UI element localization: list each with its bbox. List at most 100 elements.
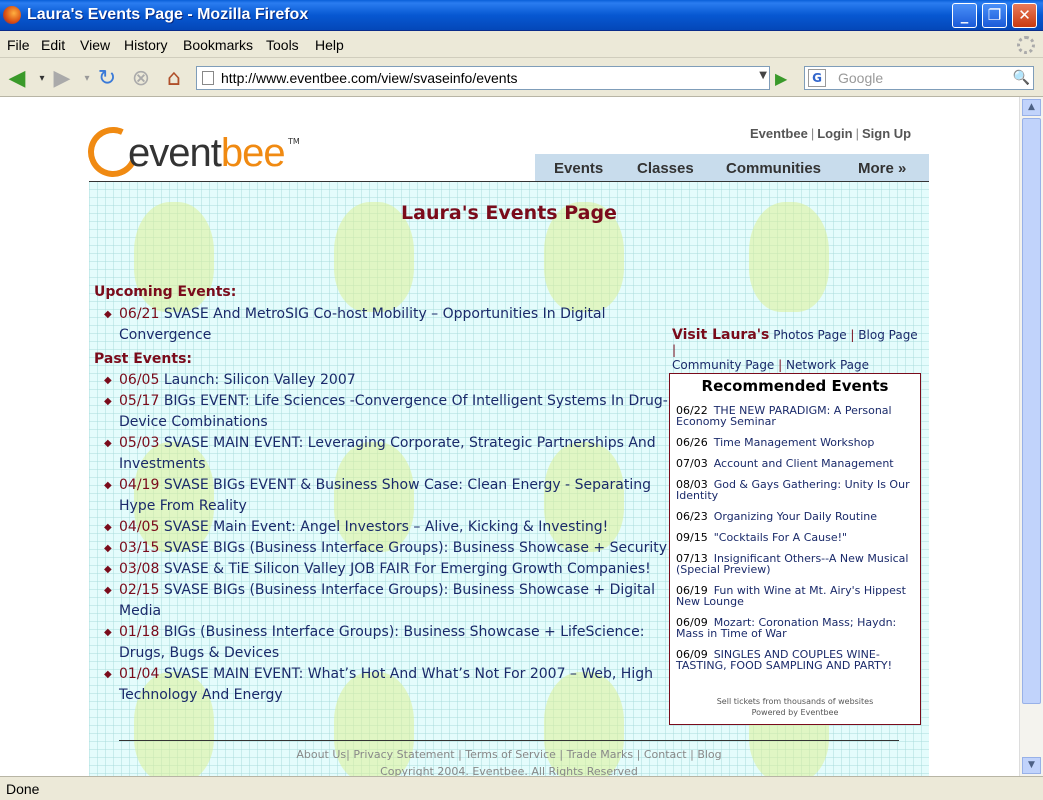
vertical-scrollbar[interactable]: ▲ ▼ [1019, 97, 1043, 776]
menu-tools[interactable]: Tools [266, 37, 299, 53]
event-title[interactable]: SVASE BIGs (Business Interface Groups): … [164, 540, 667, 556]
bullet-icon: ◆ [104, 669, 112, 680]
minimize-button[interactable]: _ [952, 3, 977, 28]
event-list-item[interactable]: ◆ 06/05 Launch: Silicon Valley 2007 [94, 370, 669, 391]
menu-help[interactable]: Help [315, 37, 344, 53]
recommended-event-item[interactable]: 08/03 God & Gays Gathering: Unity Is Our … [676, 479, 914, 501]
menu-edit[interactable]: Edit [41, 37, 65, 53]
recommended-event-title[interactable]: THE NEW PARADIGM: A Personal Economy Sem… [676, 404, 892, 428]
event-date[interactable]: 04/19 [119, 477, 159, 493]
recommended-event-title[interactable]: Account and Client Management [714, 457, 894, 470]
search-icon[interactable]: 🔍 [1013, 70, 1030, 86]
photos-page-link[interactable]: Photos Page [773, 328, 846, 342]
eventbee-link[interactable]: Eventbee [750, 126, 808, 141]
recommended-event-title[interactable]: God & Gays Gathering: Unity Is Our Ident… [676, 478, 910, 502]
event-list-item[interactable]: ◆ 05/03 SVASE MAIN EVENT: Leveraging Corp… [94, 433, 669, 475]
event-title[interactable]: SVASE MAIN EVENT: What’s Hot And What’s … [119, 666, 653, 703]
recommended-event-item[interactable]: 06/26 Time Management Workshop [676, 437, 914, 448]
maximize-button[interactable]: ❐ [982, 3, 1007, 28]
recommended-event-item[interactable]: 09/15 "Cocktails For A Cause!" [676, 532, 914, 543]
signup-link[interactable]: Sign Up [862, 126, 911, 141]
recommended-event-title[interactable]: Mozart: Coronation Mass; Haydn: Mass in … [676, 616, 896, 640]
tab-events[interactable]: Events [554, 160, 603, 177]
recommended-event-item[interactable]: 06/19 Fun with Wine at Mt. Airy's Hippest… [676, 585, 914, 607]
event-list-item[interactable]: ◆ 01/04 SVASE MAIN EVENT: What’s Hot And … [94, 664, 669, 706]
blog-page-link[interactable]: Blog Page [858, 328, 917, 342]
community-page-link[interactable]: Community Page [672, 358, 774, 372]
event-title[interactable]: SVASE BIGs EVENT & Business Show Case: C… [119, 477, 651, 514]
footer-link-privacy[interactable]: Privacy Statement [353, 748, 454, 761]
close-button[interactable]: ✕ [1012, 3, 1037, 28]
event-date[interactable]: 03/15 [119, 540, 159, 556]
footer-link-blog[interactable]: Blog [697, 748, 721, 761]
event-title[interactable]: SVASE MAIN EVENT: Leveraging Corporate, … [119, 435, 656, 472]
stop-icon[interactable]: ⊗ [129, 67, 153, 91]
menu-view[interactable]: View [80, 37, 110, 53]
event-title[interactable]: SVASE & TiE Silicon Valley JOB FAIR For … [164, 561, 651, 577]
event-list-item[interactable]: ◆ 02/15 SVASE BIGs (Business Interface Gr… [94, 580, 669, 622]
event-title[interactable]: SVASE BIGs (Business Interface Groups): … [119, 582, 655, 619]
event-list-item[interactable]: ◆ 01/18 BIGs (Business Interface Groups):… [94, 622, 669, 664]
back-icon[interactable]: ◀ [5, 67, 29, 91]
recommended-event-date: 06/23 [676, 510, 708, 523]
tab-classes[interactable]: Classes [637, 160, 694, 177]
footer-link-terms[interactable]: Terms of Service [465, 748, 556, 761]
recommended-event-title[interactable]: Organizing Your Daily Routine [714, 510, 877, 523]
address-dropdown-icon[interactable]: ▼ [759, 70, 767, 81]
recommended-event-title[interactable]: SINGLES AND COUPLES WINE-TASTING, FOOD S… [676, 648, 892, 672]
event-list-item[interactable]: ◆ 06/21 SVASE And MetroSIG Co-host Mobili… [94, 304, 669, 346]
recommended-event-item[interactable]: 06/09 Mozart: Coronation Mass; Haydn: Mas… [676, 617, 914, 639]
event-list-item[interactable]: ◆ 05/17 BIGs EVENT: Life Sciences -Conver… [94, 391, 669, 433]
event-date[interactable]: 06/05 [119, 372, 159, 388]
event-list-item[interactable]: ◆ 03/08 SVASE & TiE Silicon Valley JOB FA… [94, 559, 669, 580]
event-list-item[interactable]: ◆ 04/05 SVASE Main Event: Angel Investors… [94, 517, 669, 538]
event-list-item[interactable]: ◆ 04/19 SVASE BIGs EVENT & Business Show … [94, 475, 669, 517]
event-date[interactable]: 01/18 [119, 624, 159, 640]
recommended-event-title[interactable]: "Cocktails For A Cause!" [714, 531, 847, 544]
tab-more[interactable]: More » [858, 160, 906, 177]
menu-file[interactable]: File [7, 37, 30, 53]
recommended-event-title[interactable]: Time Management Workshop [714, 436, 875, 449]
scroll-thumb[interactable] [1022, 118, 1041, 704]
recommended-event-item[interactable]: 06/09 SINGLES AND COUPLES WINE-TASTING, F… [676, 649, 914, 671]
search-engine-icon[interactable]: G [808, 69, 826, 87]
footer-link-trademarks[interactable]: Trade Marks [567, 748, 633, 761]
footer-link-contact[interactable]: Contact [644, 748, 687, 761]
scroll-down-icon[interactable]: ▼ [1022, 757, 1041, 774]
search-input[interactable]: G Google 🔍 [804, 66, 1034, 90]
recommended-event-item[interactable]: 07/13 Insignificant Others--A New Musical… [676, 553, 914, 575]
event-title[interactable]: Launch: Silicon Valley 2007 [164, 372, 356, 388]
event-list-item[interactable]: ◆ 03/15 SVASE BIGs (Business Interface Gr… [94, 538, 669, 559]
powered-by-text[interactable]: Powered by Eventbee [670, 707, 920, 718]
address-bar[interactable]: http://www.eventbee.com/view/svaseinfo/e… [196, 66, 770, 90]
event-date[interactable]: 01/04 [119, 666, 159, 682]
event-date[interactable]: 05/03 [119, 435, 159, 451]
tab-communities[interactable]: Communities [726, 160, 821, 177]
event-date[interactable]: 05/17 [119, 393, 159, 409]
recommended-event-item[interactable]: 06/23 Organizing Your Daily Routine [676, 511, 914, 522]
recommended-event-title[interactable]: Insignificant Others--A New Musical (Spe… [676, 552, 908, 576]
menu-history[interactable]: History [124, 37, 168, 53]
event-date[interactable]: 02/15 [119, 582, 159, 598]
event-title[interactable]: SVASE Main Event: Angel Investors – Aliv… [164, 519, 608, 535]
forward-icon[interactable]: ▶ [50, 67, 74, 91]
footer-link-about[interactable]: About Us [296, 748, 346, 761]
network-page-link[interactable]: Network Page [786, 358, 869, 372]
recommended-event-item[interactable]: 07/03 Account and Client Management [676, 458, 914, 469]
event-date[interactable]: 04/05 [119, 519, 159, 535]
go-icon[interactable]: ▶ [775, 69, 787, 88]
reload-icon[interactable]: ↻ [95, 67, 119, 91]
eventbee-logo[interactable]: eventbee TM [80, 119, 308, 185]
home-icon[interactable]: ⌂ [162, 67, 186, 91]
login-link[interactable]: Login [817, 126, 852, 141]
event-title[interactable]: BIGs EVENT: Life Sciences -Convergence O… [119, 393, 668, 430]
page-icon [202, 71, 214, 85]
event-title[interactable]: BIGs (Business Interface Groups): Busine… [119, 624, 644, 661]
recommended-event-title[interactable]: Fun with Wine at Mt. Airy's Hippest New … [676, 584, 906, 608]
event-date[interactable]: 03/08 [119, 561, 159, 577]
recommended-event-item[interactable]: 06/22 THE NEW PARADIGM: A Personal Econom… [676, 405, 914, 427]
event-title[interactable]: SVASE And MetroSIG Co-host Mobility – Op… [119, 306, 605, 343]
event-date[interactable]: 06/21 [119, 306, 159, 322]
scroll-up-icon[interactable]: ▲ [1022, 99, 1041, 116]
menu-bookmarks[interactable]: Bookmarks [183, 37, 253, 53]
